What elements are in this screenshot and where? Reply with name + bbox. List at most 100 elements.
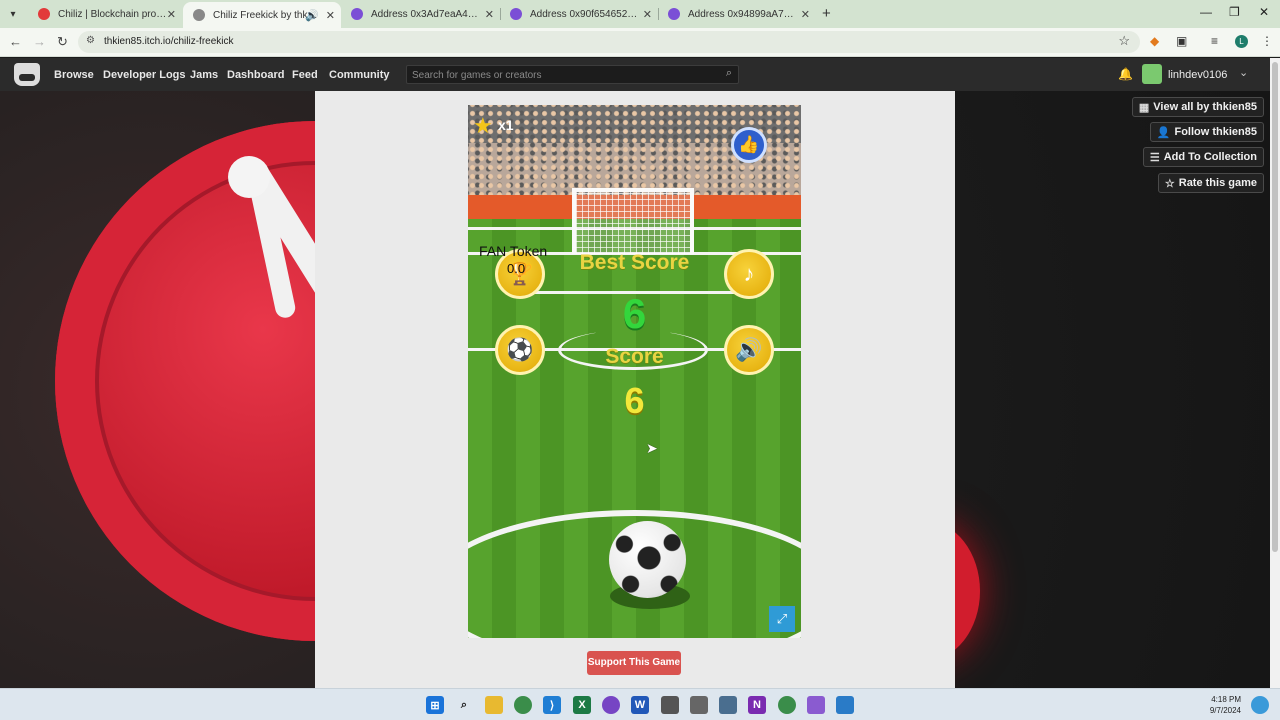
follow-button[interactable]: 👤 Follow thkien85 xyxy=(1149,122,1264,142)
chrome-active-icon[interactable] xyxy=(778,696,796,714)
browser-tab-chiliz[interactable]: Chiliz | Blockchain provider for ✕ xyxy=(28,2,182,26)
chiliz-favicon-icon xyxy=(38,8,50,20)
browser-tab-address-2[interactable]: Address 0x90f654652002Cc979 ✕ xyxy=(500,2,658,26)
goal-net xyxy=(572,188,694,254)
tab-title: Address 0x94899aA7Ab54CC5 xyxy=(688,8,800,20)
chrome-app-icon[interactable] xyxy=(514,696,532,714)
browser-tab-address-1[interactable]: Address 0x3Ad7eaA48A334d0 ✕ xyxy=(341,2,500,26)
explorer-favicon-icon xyxy=(510,8,522,20)
clock-time: 4:18 PM xyxy=(1211,695,1241,704)
close-tab-icon[interactable]: ✕ xyxy=(801,8,810,21)
explorer-favicon-icon xyxy=(351,8,363,20)
add-to-collection-button[interactable]: ☰ Add To Collection xyxy=(1142,147,1264,167)
scrollbar-thumb[interactable] xyxy=(1272,62,1278,552)
action-label: View all by thkien85 xyxy=(1153,101,1257,113)
itch-header: Browse Developer Logs Jams Dashboard Fee… xyxy=(0,58,1270,91)
copilot-icon[interactable] xyxy=(1251,696,1269,714)
soccer-ball[interactable] xyxy=(609,521,686,598)
score-label: Score xyxy=(605,345,664,368)
github-icon[interactable] xyxy=(602,696,620,714)
browser-toolbar: ← → ↻ ⚙ thkien85.itch.io/chiliz-freekick… xyxy=(0,28,1280,57)
best-score-label: Best Score xyxy=(579,251,690,274)
rate-game-button[interactable]: ☆ Rate this game xyxy=(1157,173,1264,193)
best-score-value: 6 xyxy=(622,290,647,337)
windows-taskbar: ⊞ ⌕ ⟩ X W N 4:18 PM 9/7/2024 xyxy=(0,688,1280,720)
clock-date: 9/7/2024 xyxy=(1209,706,1241,715)
view-all-button[interactable]: ▦ View all by thkien85 xyxy=(1131,97,1264,117)
nav-browse[interactable]: Browse xyxy=(54,69,94,81)
app-icon[interactable] xyxy=(690,696,708,714)
star-icon: ☆ xyxy=(1164,177,1175,190)
tab-search-chevron-icon[interactable]: ▾ xyxy=(4,5,22,23)
nav-jams[interactable]: Jams xyxy=(190,69,218,81)
calculator-icon[interactable] xyxy=(719,696,737,714)
tab-title: Chiliz | Blockchain provider for xyxy=(58,8,170,20)
fullscreen-icon[interactable]: ⤢ xyxy=(769,606,795,632)
site-info-icon[interactable]: ⚙ xyxy=(86,35,95,46)
vscode-icon[interactable]: ⟩ xyxy=(543,696,561,714)
itch-logo-icon[interactable] xyxy=(14,63,40,86)
action-label: Add To Collection xyxy=(1163,151,1257,163)
action-label: Follow thkien85 xyxy=(1174,126,1257,138)
thumbs-up-icon[interactable]: 👍 xyxy=(731,127,767,163)
score-value: 6 xyxy=(624,380,645,421)
close-tab-icon[interactable]: ✕ xyxy=(643,8,652,21)
notification-bell-icon[interactable]: 🔔 xyxy=(1118,67,1133,81)
search-box: ⌕ xyxy=(406,65,739,84)
coin-emblem-knob xyxy=(228,156,270,198)
url-text: thkien85.itch.io/chiliz-freekick xyxy=(104,36,234,47)
video-editor-icon[interactable] xyxy=(807,696,825,714)
taskbar-search-icon[interactable]: ⌕ xyxy=(455,696,473,714)
forward-icon[interactable]: → xyxy=(33,34,46,49)
search-icon[interactable]: ⌕ xyxy=(726,67,732,80)
nav-dashboard[interactable]: Dashboard xyxy=(227,69,284,81)
chrome-menu-icon[interactable]: ⋮ xyxy=(1261,34,1273,48)
tab-title: Address 0x90f654652002Cc979 xyxy=(530,8,642,20)
onenote-icon[interactable]: N xyxy=(748,696,766,714)
reload-icon[interactable]: ↻ xyxy=(57,34,68,50)
file-explorer-icon[interactable] xyxy=(485,696,503,714)
excel-icon[interactable]: X xyxy=(573,696,591,714)
tab-title: Address 0x3Ad7eaA48A334d0 xyxy=(371,8,483,20)
taskbar-clock[interactable]: 4:18 PM 9/7/2024 xyxy=(1195,694,1241,716)
address-bar[interactable]: ⚙ thkien85.itch.io/chiliz-freekick ☆ xyxy=(78,31,1140,53)
nav-feed[interactable]: Feed xyxy=(292,69,318,81)
avatar[interactable] xyxy=(1142,64,1162,84)
collection-icon: ☰ xyxy=(1149,151,1160,164)
nav-community[interactable]: Community xyxy=(329,69,390,81)
mouse-cursor-icon: ➤ xyxy=(646,440,658,456)
bookmark-star-icon[interactable]: ☆ xyxy=(1118,33,1130,49)
back-icon[interactable]: ← xyxy=(9,34,22,49)
word-icon[interactable]: W xyxy=(631,696,649,714)
game-canvas[interactable]: ★ x1 👍 🏆 ♪ ⚽ 🔊 FAN Token 0.0 Best Score … xyxy=(468,105,801,638)
star-icon: ★ xyxy=(473,113,493,138)
username[interactable]: linhdev0106 xyxy=(1168,69,1227,81)
tab-title: Chiliz Freekick by thkien85 xyxy=(213,9,319,21)
chevron-down-icon[interactable]: ⌄ xyxy=(1239,66,1248,79)
follow-icon: 👤 xyxy=(1156,126,1171,139)
action-label: Rate this game xyxy=(1178,177,1257,189)
windows-start-icon[interactable]: ⊞ xyxy=(426,696,444,714)
nav-developer-logs[interactable]: Developer Logs xyxy=(103,69,186,81)
metamask-extension-icon[interactable]: ◆ xyxy=(1150,34,1159,48)
itch-favicon-icon xyxy=(193,9,205,21)
app-icon[interactable] xyxy=(836,696,854,714)
game-icon: ▦ xyxy=(1138,101,1150,114)
speaker-icon[interactable]: 🔊 xyxy=(305,9,319,22)
explorer-favicon-icon xyxy=(668,8,680,20)
minimize-icon[interactable]: — xyxy=(1200,5,1212,19)
new-tab-icon[interactable]: + xyxy=(822,5,831,22)
search-input[interactable] xyxy=(412,68,712,82)
extensions-puzzle-icon[interactable]: ▣ xyxy=(1176,34,1187,48)
profile-avatar-icon[interactable]: L xyxy=(1235,35,1248,48)
media-control-icon[interactable]: ≡ xyxy=(1211,34,1218,48)
close-window-icon[interactable]: ✕ xyxy=(1259,5,1269,19)
close-tab-icon[interactable]: ✕ xyxy=(485,8,494,21)
support-game-button[interactable]: Support This Game xyxy=(587,651,681,675)
app-icon[interactable] xyxy=(661,696,679,714)
browser-tab-freekick[interactable]: Chiliz Freekick by thkien85 🔊 ✕ xyxy=(183,2,341,28)
browser-tab-address-3[interactable]: Address 0x94899aA7Ab54CC5 ✕ xyxy=(658,2,816,26)
close-tab-icon[interactable]: ✕ xyxy=(326,9,335,22)
restore-icon[interactable]: ❐ xyxy=(1229,5,1240,19)
close-tab-icon[interactable]: ✕ xyxy=(167,8,176,21)
